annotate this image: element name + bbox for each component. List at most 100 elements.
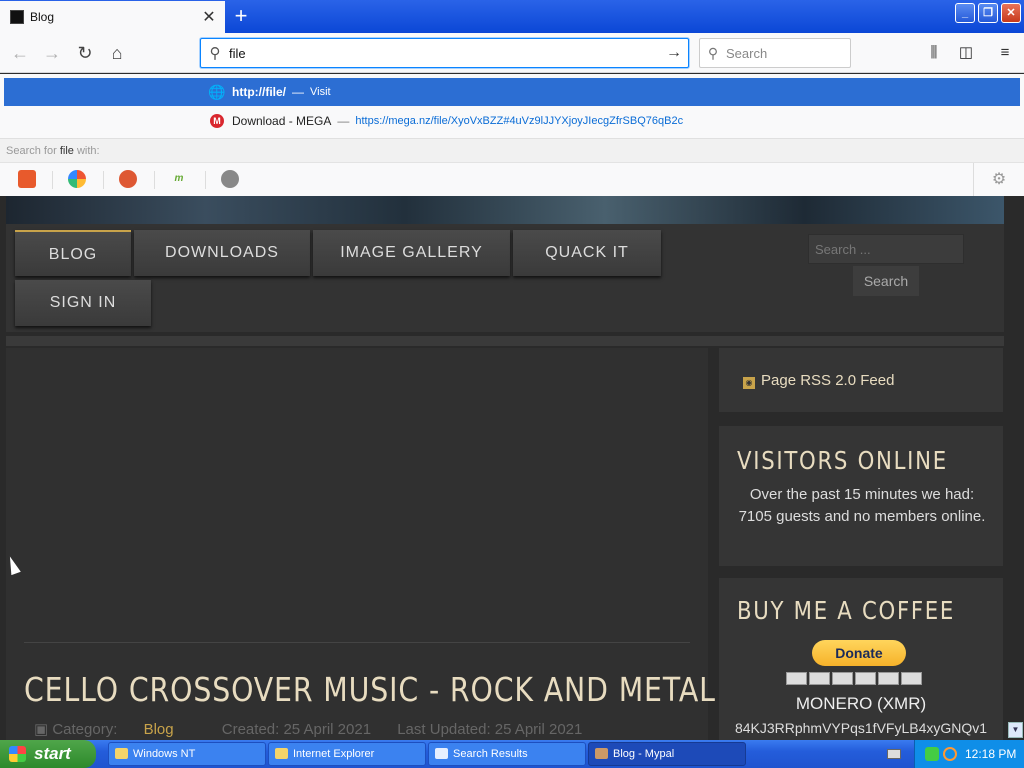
- suggestion-url: https://mega.nz/file/XyoVxBZZ#4uVz9lJJYX…: [355, 115, 684, 127]
- header-banner-image: [6, 196, 1004, 224]
- address-bar[interactable]: ⚲ file →: [200, 38, 689, 68]
- monero-wallet-address: 84KJ3RRphmVYPqs1fVFyLB4xyGNQv1: [734, 720, 988, 736]
- suggestion-action: Visit: [310, 86, 331, 98]
- tab-close-icon[interactable]: ✕: [199, 7, 219, 27]
- site-search-input[interactable]: Search ...: [808, 234, 964, 264]
- back-icon[interactable]: ←: [6, 39, 34, 67]
- monero-label: MONERO (XMR): [795, 694, 927, 713]
- home-icon[interactable]: ⌂: [103, 39, 131, 67]
- go-arrow-icon[interactable]: →: [660, 44, 688, 62]
- search-engines-bar: m ⚙: [0, 162, 1024, 197]
- donate-button[interactable]: Donate: [812, 640, 906, 666]
- taskbar-item-blog-mypal[interactable]: Blog - Mypal: [588, 742, 746, 766]
- menu-sign-in[interactable]: SIGN IN: [15, 280, 151, 326]
- engine-divider: [154, 171, 155, 189]
- hamburger-menu-icon[interactable]: ≡: [993, 41, 1017, 65]
- article-meta: ▣ Category: Blog Created: 25 April 2021 …: [34, 720, 604, 738]
- mojeek-search-icon[interactable]: m: [170, 170, 188, 188]
- taskbar: start Windows NT Internet Explorer Searc…: [0, 740, 1024, 768]
- network-icon[interactable]: [925, 747, 939, 761]
- url-suggestions-dropdown: 🌐 http://file/ — Visit M Download - MEGA…: [0, 74, 1024, 197]
- duckduckgo-search-icon[interactable]: [119, 170, 137, 188]
- navigation-toolbar: ← → ↻ ⌂ ⚲ file → ⚲ Search ⫼ ◫ ≡: [0, 33, 1024, 73]
- created-date: Created: 25 April 2021: [221, 721, 372, 738]
- start-button[interactable]: start: [0, 740, 96, 768]
- suggestion-visit[interactable]: 🌐 http://file/ — Visit: [4, 78, 1020, 106]
- forward-icon[interactable]: →: [38, 39, 66, 67]
- maximize-button[interactable]: ❐: [978, 3, 998, 23]
- category-label: Category:: [52, 721, 118, 738]
- rss-icon: ◉: [743, 377, 755, 389]
- article-rule: [24, 642, 690, 643]
- menu-downloads[interactable]: DOWNLOADS: [134, 230, 310, 276]
- search-for-prefix: Search for: [6, 145, 57, 157]
- globe-icon: 🌐: [208, 83, 226, 100]
- search-bar[interactable]: ⚲ Search: [699, 38, 851, 68]
- search-for-suffix: with:: [76, 145, 100, 157]
- search-for-label: Search for file with:: [0, 138, 1024, 162]
- folder-icon: [275, 748, 288, 759]
- search-icon: ⚲: [209, 45, 221, 62]
- payment-cards: [786, 672, 922, 685]
- visitors-title: VISITORS ONLINE: [737, 446, 948, 475]
- suggestion-separator: —: [292, 85, 304, 99]
- coffee-title: BUY ME A COFFEE: [737, 596, 956, 625]
- generic-search-icon[interactable]: [221, 170, 239, 188]
- rss-link[interactable]: ◉ Page RSS 2.0 Feed: [743, 372, 894, 389]
- suggestion-mega[interactable]: M Download - MEGA — https://mega.nz/file…: [4, 108, 1020, 134]
- taskbar-item-search-results[interactable]: Search Results: [428, 742, 586, 766]
- discover-icon: [878, 672, 899, 685]
- clock[interactable]: 12:18 PM: [965, 740, 1016, 768]
- rss-label: Page RSS 2.0 Feed: [761, 372, 895, 389]
- windows-flag-icon: [9, 746, 26, 762]
- address-input[interactable]: file: [229, 46, 660, 61]
- mastercard-icon: [809, 672, 830, 685]
- minimize-button[interactable]: _: [955, 3, 975, 23]
- scroll-down-arrow[interactable]: ▼: [1008, 722, 1023, 738]
- visa-icon: [786, 672, 807, 685]
- sidebar-icon[interactable]: ◫: [954, 41, 978, 65]
- menu-blog[interactable]: BLOG: [15, 230, 131, 276]
- new-tab-button[interactable]: +: [228, 2, 254, 30]
- keyboard-icon[interactable]: [887, 749, 901, 759]
- site-favicon-icon: [10, 10, 24, 24]
- amex-icon: [855, 672, 876, 685]
- qwant-search-icon[interactable]: [68, 170, 86, 188]
- taskbar-item-internet-explorer[interactable]: Internet Explorer: [268, 742, 426, 766]
- taskbar-item-windows-nt[interactable]: Windows NT: [108, 742, 266, 766]
- menu-quack-it[interactable]: QUACK IT: [513, 230, 661, 276]
- library-icon[interactable]: ⫼: [922, 41, 946, 65]
- rss-box: ◉ Page RSS 2.0 Feed: [719, 348, 1003, 412]
- tab-bar: Blog ✕ + _ ❐ ✕: [0, 0, 1024, 33]
- tab-title: Blog: [30, 10, 55, 24]
- coffee-box: BUY ME A COFFEE Donate MONERO (XMR) 84KJ…: [719, 578, 1003, 740]
- reload-icon[interactable]: ↻: [71, 39, 99, 67]
- document-icon: [435, 748, 448, 759]
- search-tray-icon[interactable]: [943, 747, 957, 761]
- start-label: start: [34, 744, 71, 763]
- task-label: Blog - Mypal: [613, 748, 675, 760]
- search-placeholder: Search: [726, 45, 768, 61]
- suggestion-separator: —: [337, 114, 350, 128]
- visitors-box: VISITORS ONLINE Over the past 15 minutes…: [719, 426, 1003, 566]
- engine-divider: [205, 171, 206, 189]
- mega-icon: M: [210, 114, 224, 128]
- bank-icon: [901, 672, 922, 685]
- article: CELLO CROSSOVER MUSIC - ROCK AND METAL ▣…: [6, 348, 715, 740]
- suggestion-url: http://file/: [232, 85, 286, 99]
- menu-image-gallery[interactable]: IMAGE GALLERY: [313, 230, 510, 276]
- suggestion-title: Download - MEGA: [232, 114, 332, 128]
- system-tray: 12:18 PM: [887, 740, 1024, 768]
- gear-icon[interactable]: ⚙: [973, 163, 1024, 197]
- site-search-button[interactable]: Search: [853, 266, 919, 296]
- maestro-icon: [832, 672, 853, 685]
- header-divider: [6, 336, 1004, 346]
- close-window-button[interactable]: ✕: [1001, 3, 1021, 23]
- category-link[interactable]: Blog: [144, 721, 174, 738]
- tab-blog[interactable]: Blog ✕: [0, 1, 225, 33]
- task-label: Internet Explorer: [293, 748, 375, 760]
- brave-search-icon[interactable]: [18, 170, 36, 188]
- article-title[interactable]: CELLO CROSSOVER MUSIC - ROCK AND METAL: [24, 670, 715, 709]
- browser-icon: [595, 748, 608, 759]
- site-header: BLOG DOWNLOADS IMAGE GALLERY QUACK IT SI…: [6, 224, 1004, 332]
